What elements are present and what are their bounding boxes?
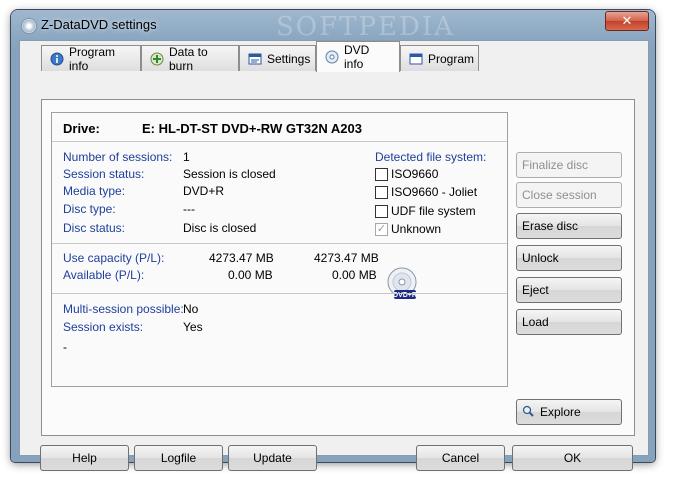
- dvd-icon: [325, 50, 339, 64]
- finalize-disc-label: Finalize disc: [522, 158, 589, 172]
- tab-label: DVD info: [344, 43, 370, 71]
- explore-label: Explore: [540, 405, 581, 419]
- unlock-button[interactable]: Unlock: [516, 245, 622, 271]
- window-title: Z-DataDVD settings: [41, 17, 157, 32]
- watermark-text: SOFTPEDIA: [276, 12, 455, 42]
- update-button[interactable]: Update: [228, 445, 317, 471]
- dialog-client-area: Program info Data to burn Settings DVD i…: [19, 40, 649, 471]
- drive-row: Drive: E: HL-DT-ST DVD+-RW GT32N A203: [52, 113, 507, 142]
- multisession-label: Multi-session possible:: [63, 302, 184, 316]
- disc-type-label: Disc type:: [63, 202, 116, 216]
- use-capacity-label: Use capacity (P/L):: [63, 251, 165, 265]
- drive-value: E: HL-DT-ST DVD+-RW GT32N A203: [142, 121, 362, 136]
- help-label: Help: [72, 451, 97, 465]
- sessions-value: 1: [183, 150, 190, 164]
- tab-label: Data to burn: [169, 44, 208, 73]
- session-status-value: Session is closed: [183, 167, 276, 181]
- joliet-checkbox[interactable]: [375, 185, 388, 199]
- available-label: Available (P/L):: [63, 268, 145, 282]
- close-icon: ✕: [621, 13, 633, 28]
- session-exists-value: Yes: [183, 320, 203, 334]
- available-p-value: 0.00 MB: [228, 268, 273, 282]
- section-divider: [52, 243, 507, 244]
- use-capacity-p-value: 4273.47 MB: [209, 251, 274, 265]
- udf-label: UDF file system: [391, 204, 476, 218]
- ok-label: OK: [563, 451, 582, 465]
- available-l-value: 0.00 MB: [332, 268, 377, 282]
- joliet-label: ISO9660 - Joliet: [391, 185, 478, 199]
- tab-program[interactable]: Program: [400, 45, 479, 71]
- iso9660-checkbox-row[interactable]: ISO9660: [375, 167, 438, 181]
- erase-disc-button[interactable]: Erase disc: [516, 213, 622, 239]
- tab-label: Program info: [69, 44, 116, 73]
- logfile-label: Logfile: [160, 451, 197, 465]
- session-status-label: Session status:: [63, 167, 145, 181]
- title-bar[interactable]: Z-DataDVD settings SOFTPEDIA ✕: [11, 10, 655, 42]
- close-session-label: Close session: [522, 188, 597, 202]
- multisession-value: No: [183, 302, 199, 316]
- media-type-label: Media type:: [63, 184, 126, 198]
- sessions-label: Number of sessions:: [63, 150, 173, 164]
- app-disc-icon: [21, 18, 37, 34]
- info-icon: [50, 52, 64, 66]
- tab-label: Settings: [267, 51, 311, 66]
- tab-dvd-info[interactable]: DVD info: [316, 41, 400, 72]
- extra-info-text: -: [63, 340, 67, 354]
- magnifier-icon: [522, 405, 534, 420]
- load-button[interactable]: Load: [516, 309, 622, 335]
- joliet-checkbox-row[interactable]: ISO9660 - Joliet: [375, 185, 477, 199]
- unlock-label: Unlock: [522, 251, 559, 265]
- cancel-button[interactable]: Cancel: [416, 445, 505, 471]
- tab-data-to-burn[interactable]: Data to burn: [141, 44, 239, 73]
- iso9660-label: ISO9660: [391, 167, 439, 181]
- program-window-icon: [409, 52, 423, 66]
- eject-button[interactable]: Eject: [516, 277, 622, 303]
- finalize-disc-button[interactable]: Finalize disc: [516, 152, 622, 178]
- load-label: Load: [522, 315, 549, 329]
- iso9660-checkbox[interactable]: [375, 167, 388, 181]
- dvd-info-panel: Drive: E: HL-DT-ST DVD+-RW GT32N A203 Nu…: [41, 99, 635, 436]
- close-session-button[interactable]: Close session: [516, 182, 622, 208]
- drive-label: Drive:: [63, 121, 100, 136]
- drive-info-box: Drive: E: HL-DT-ST DVD+-RW GT32N A203 Nu…: [51, 112, 508, 387]
- tab-program-info[interactable]: Program info: [41, 44, 141, 73]
- tab-label: Program: [428, 51, 475, 66]
- filesystem-title: Detected file system:: [375, 150, 487, 164]
- add-data-icon: [150, 52, 164, 66]
- update-label: Update: [253, 451, 292, 465]
- udf-checkbox-row[interactable]: UDF file system: [375, 204, 476, 218]
- section-divider: [52, 293, 507, 294]
- disc-status-value: Disc is closed: [183, 221, 257, 235]
- erase-disc-label: Erase disc: [522, 219, 579, 233]
- unknown-checkbox-row[interactable]: ✓ Unknown: [375, 222, 441, 236]
- udf-checkbox[interactable]: [375, 204, 388, 218]
- cancel-label: Cancel: [441, 451, 480, 465]
- dvd-disc-icon: DVD+R: [386, 267, 420, 301]
- tab-settings[interactable]: Settings: [239, 45, 316, 71]
- settings-window-icon: [248, 52, 262, 66]
- explore-button[interactable]: Explore: [516, 399, 622, 425]
- session-exists-label: Session exists:: [63, 320, 144, 334]
- close-button[interactable]: ✕: [605, 11, 649, 31]
- disc-status-label: Disc status:: [63, 221, 126, 235]
- help-button[interactable]: Help: [40, 445, 129, 471]
- unknown-checkbox[interactable]: ✓: [375, 222, 388, 236]
- ok-button[interactable]: OK: [512, 445, 633, 471]
- disc-type-value: ---: [183, 202, 195, 216]
- settings-window: Z-DataDVD settings SOFTPEDIA ✕ Program i…: [11, 10, 655, 471]
- unknown-label: Unknown: [391, 222, 442, 236]
- use-capacity-l-value: 4273.47 MB: [314, 251, 379, 265]
- eject-label: Eject: [522, 283, 549, 297]
- media-type-value: DVD+R: [183, 184, 225, 198]
- logfile-button[interactable]: Logfile: [134, 445, 223, 471]
